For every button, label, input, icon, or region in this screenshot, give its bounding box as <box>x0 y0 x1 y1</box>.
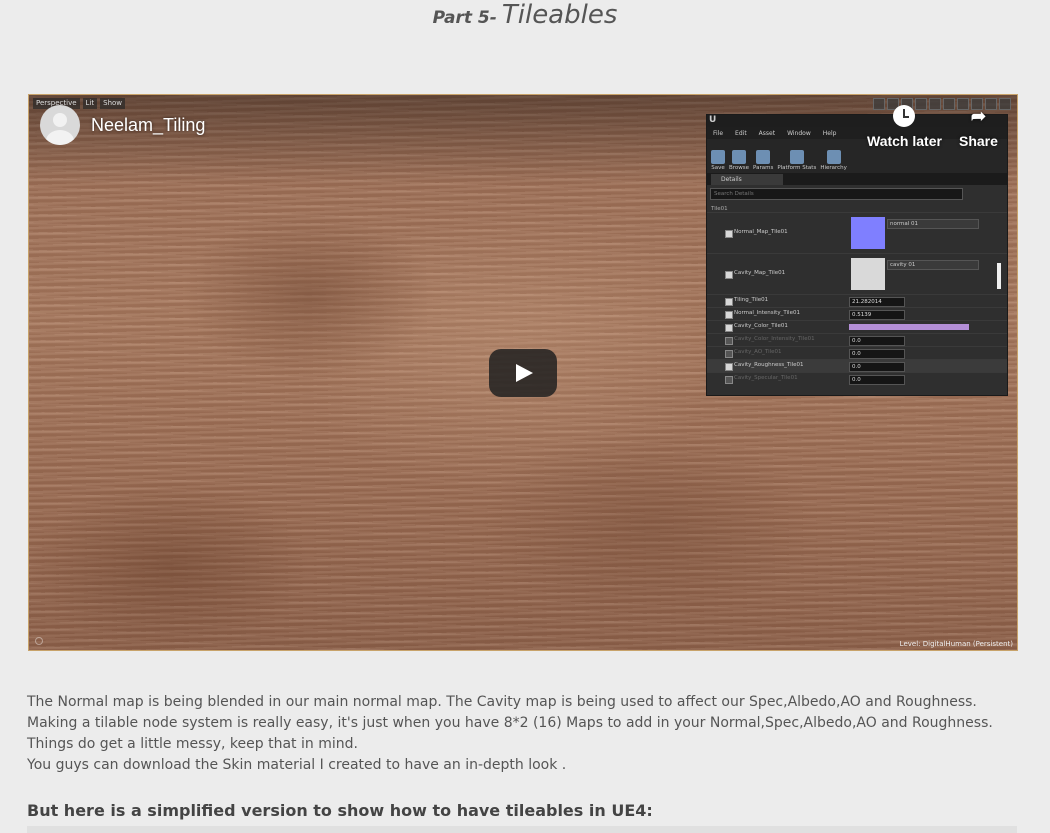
ue-param-label: Cavity_AO_Tile01 <box>734 349 782 355</box>
checkbox-icon <box>725 271 733 279</box>
ue-scrollbar <box>997 263 1001 289</box>
ue-tool-label: Hierarchy <box>820 165 847 171</box>
ue-tool-params: Params <box>753 150 773 171</box>
ue-viewport-lit: Lit <box>82 98 98 109</box>
params-icon <box>756 150 771 164</box>
cavity-color-swatch <box>849 324 969 330</box>
ue-param-row: Cavity_Specular_Tile01 0.0 <box>707 372 1007 385</box>
ue-icon <box>999 98 1011 110</box>
ue-param-label: Normal_Intensity_Tile01 <box>734 310 800 316</box>
ue-tab-details: Details <box>711 174 783 185</box>
avatar-shoulders <box>46 130 74 145</box>
ue-tool-save: Save <box>711 150 725 171</box>
avatar-head <box>53 113 67 127</box>
ue-param-row: Tiling_Tile01 21.282014 <box>707 294 1007 307</box>
checkbox-icon <box>725 363 733 371</box>
heading-part: Part 5- <box>432 8 497 28</box>
ue-tool-label: Params <box>753 165 774 171</box>
ue-param-value: 0.0 <box>849 336 905 346</box>
video-player[interactable]: Perspective Lit Show Neelam_Tiling U Fil… <box>28 94 1018 651</box>
ue-param-value: 0.0 <box>849 375 905 385</box>
ue-param-label: Cavity_Color_Tile01 <box>734 323 788 329</box>
ue-menu-help: Help <box>822 129 837 137</box>
video-title[interactable]: Neelam_Tiling <box>91 115 205 136</box>
checkbox-icon <box>725 298 733 306</box>
clock-icon <box>893 105 916 127</box>
ue-param-value: 0.0 <box>849 362 905 372</box>
subheading: But here is a simplified version to show… <box>27 801 653 820</box>
ue-search-details: Search Details <box>710 188 963 200</box>
cavity-map-thumbnail <box>851 258 885 290</box>
ue-param-value: 0.0 <box>849 349 905 359</box>
ue-tool-label: Platform Stats <box>777 165 817 171</box>
ue-param-label: Cavity_Color_Intensity_Tile01 <box>734 336 815 342</box>
heading-title: Tileables <box>501 0 618 30</box>
ue-tool-browse: Browse <box>729 150 749 171</box>
ue-viewport-show: Show <box>100 98 126 109</box>
paragraph: The Normal map is being blended in our m… <box>27 694 993 752</box>
ue-param-row: Cavity_Roughness_Tile01 0.0 <box>707 359 1007 372</box>
share-arrow-icon: ➦ <box>970 106 986 126</box>
ue-tool-label: Save <box>711 165 725 171</box>
ue-param-label: Tiling_Tile01 <box>734 297 769 303</box>
ue-param-row: Normal_Map_Tile01 normal 01 <box>707 212 1007 253</box>
section-heading: Part 5- Tileables <box>0 0 1050 40</box>
browse-icon <box>732 150 747 164</box>
ue-icon <box>943 98 955 110</box>
normal-map-thumbnail <box>851 217 885 249</box>
ue-tool-label: Browse <box>729 165 750 171</box>
ue-param-row: Cavity_AO_Tile01 0.0 <box>707 346 1007 359</box>
level-label: Level: DigitalHuman (Persistent) <box>899 640 1013 648</box>
save-icon <box>711 150 725 164</box>
checkbox-icon <box>725 311 733 319</box>
checkbox-icon <box>725 337 733 345</box>
ue-texture-dropdown: normal 01 <box>887 219 979 229</box>
code-block-top <box>27 826 1017 833</box>
platform-stats-icon <box>789 150 804 164</box>
ue-viewport-toolbar: Perspective Lit Show <box>33 98 126 109</box>
ue-menu-window: Window <box>787 129 811 137</box>
share-button[interactable]: ➦ Share <box>959 105 998 149</box>
ue-menu-edit: Edit <box>735 129 747 137</box>
ue-param-value: 21.282014 <box>849 297 905 307</box>
channel-avatar[interactable] <box>40 105 80 145</box>
ue-material-editor: U File Edit Asset Window Help Save Brows… <box>706 114 1008 396</box>
viewport-corner-icon <box>35 637 43 645</box>
watch-later-label: Watch later <box>867 133 942 149</box>
watch-later-button[interactable]: Watch later <box>867 105 942 149</box>
checkbox-icon <box>725 376 733 384</box>
ue-param-label: Normal_Map_Tile01 <box>734 229 788 235</box>
ue-param-row: Cavity_Color_Tile01 <box>707 320 1007 333</box>
ue-param-row: Normal_Intensity_Tile01 0.5139 <box>707 307 1007 320</box>
ue-param-value: 0.5139 <box>849 310 905 320</box>
ue-param-row: Cavity_Map_Tile01 cavity 01 <box>707 253 1007 294</box>
ue-tool-platform-stats: Platform Stats <box>777 150 816 171</box>
ue-menu-asset: Asset <box>758 129 776 137</box>
ue-menu-file: File <box>713 129 724 137</box>
checkbox-icon <box>725 350 733 358</box>
ue-tab-row: Details <box>707 173 1007 185</box>
article-body: The Normal map is being blended in our m… <box>27 692 1022 776</box>
ue-param-label: Cavity_Specular_Tile01 <box>734 375 798 381</box>
ue-param-label: Cavity_Roughness_Tile01 <box>734 362 804 368</box>
ue-texture-dropdown: cavity 01 <box>887 260 979 270</box>
ue-param-label: Cavity_Map_Tile01 <box>734 270 786 276</box>
play-button[interactable] <box>489 349 557 397</box>
ue-tool-hierarchy: Hierarchy <box>820 150 847 171</box>
checkbox-icon <box>725 230 733 238</box>
share-label: Share <box>959 133 998 149</box>
paragraph: You guys can download the Skin material … <box>27 757 567 773</box>
hierarchy-icon <box>826 150 841 164</box>
ue-param-row: Cavity_Color_Intensity_Tile01 0.0 <box>707 333 1007 346</box>
checkbox-icon <box>725 324 733 332</box>
unreal-logo-icon: U <box>709 115 717 125</box>
